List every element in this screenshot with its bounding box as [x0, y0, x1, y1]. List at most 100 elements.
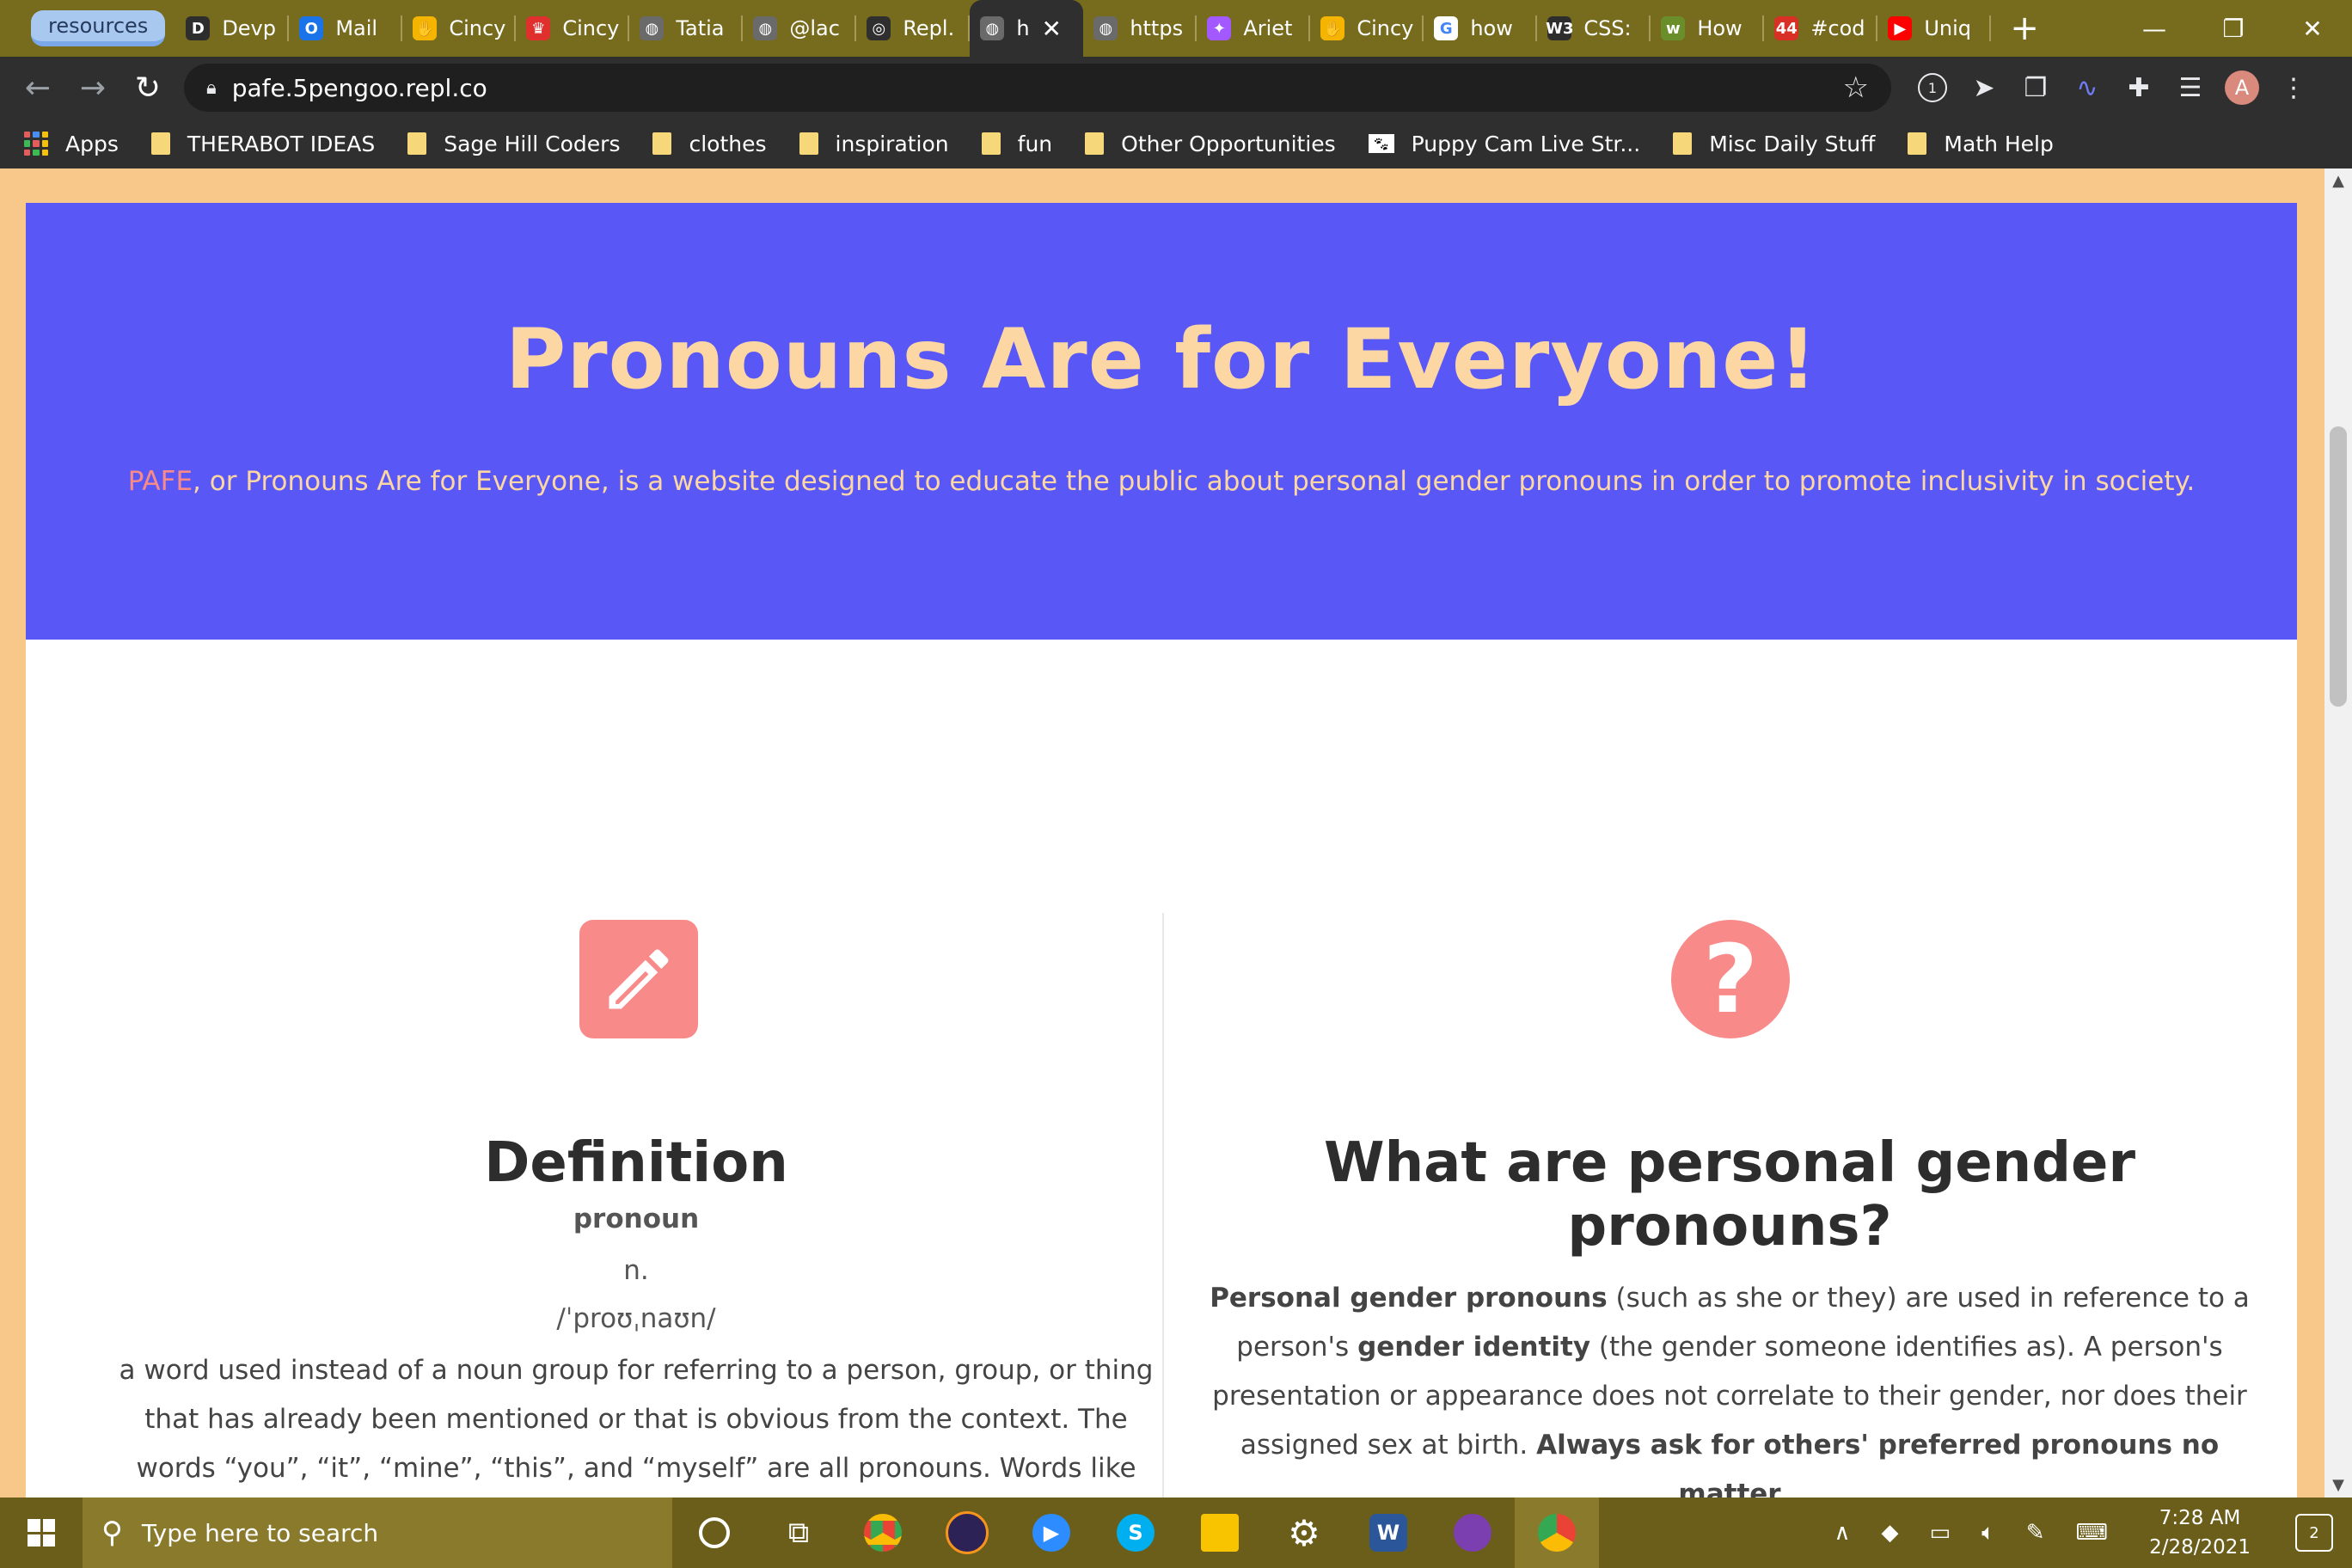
copy-extension-icon[interactable]: ❐ [2010, 73, 2061, 103]
pencil-icon-glyph [609, 949, 669, 1009]
word-taskbar-icon[interactable]: W [1346, 1498, 1430, 1568]
bookmark-item[interactable]: Sage Hill Coders [407, 132, 620, 156]
pen-icon[interactable]: ✎ [2026, 1520, 2045, 1546]
bookmark-label: Sage Hill Coders [444, 131, 621, 156]
browser-tab[interactable]: D Devp [175, 0, 290, 57]
bold-term-gender-identity: gender identity [1357, 1332, 1591, 1363]
bookmark-item[interactable]: inspiration [799, 132, 949, 156]
new-tab-button[interactable]: + [2010, 9, 2039, 48]
tab-group-resources[interactable]: resources [31, 10, 166, 46]
close-tab-icon[interactable]: ✕ [1042, 15, 1062, 43]
scroll-up-icon[interactable]: ▲ [2324, 172, 2352, 190]
crown-icon: ♛ [526, 16, 551, 40]
browser-tab[interactable]: ◍ @lac [743, 0, 857, 57]
definition-heading: Definition [484, 1131, 788, 1195]
hackathon-icon: ✋ [413, 16, 438, 40]
browser-tab[interactable]: ✦ Ariet [1197, 0, 1311, 57]
cursor-extension-icon[interactable]: ➤ [1958, 73, 2010, 103]
restore-button[interactable]: ❐ [2194, 0, 2273, 57]
browser-tab[interactable]: Ghow [1424, 0, 1538, 57]
figma-icon: ✦ [1207, 16, 1232, 40]
minimize-button[interactable]: — [2115, 0, 2194, 57]
site-favicon-icon: 🐾︎ [1368, 134, 1394, 153]
browser-tab[interactable]: ◎ Repl. [856, 0, 971, 57]
browser-tab[interactable]: ◍ Tatia [629, 0, 744, 57]
page-viewport: Pronouns Are for Everyone! PAFE, or Pron… [0, 168, 2324, 1498]
w3schools-icon: W3 [1546, 16, 1574, 40]
bookmark-item[interactable]: Apps [24, 132, 119, 156]
browser-tab[interactable]: ◍ h ✕ [970, 0, 1084, 57]
github-taskbar-icon[interactable] [1430, 1498, 1515, 1568]
close-window-button[interactable]: ✕ [2273, 0, 2352, 57]
browser-tab[interactable]: ◍ https [1083, 0, 1197, 57]
browser-tab[interactable]: ✋ Cincy [402, 0, 517, 57]
notification-center-icon[interactable]: 2 [2295, 1514, 2333, 1552]
hero-banner: Pronouns Are for Everyone! PAFE, or Pron… [26, 203, 2297, 640]
window-controls: — ❐ ✕ [2115, 0, 2352, 57]
clock[interactable]: 7:28 AM 2/28/2021 [2149, 1504, 2251, 1562]
brand-name: PAFE [127, 466, 193, 497]
taskbar-search-placeholder: Type here to search [141, 1518, 379, 1547]
profile-avatar[interactable]: A [2225, 70, 2259, 105]
scroll-thumb[interactable] [2330, 426, 2347, 707]
browser-tab[interactable]: O Mail [289, 0, 403, 57]
definition-word: pronoun [573, 1204, 700, 1234]
page-scrollbar[interactable]: ▲ ▼ [2324, 168, 2352, 1498]
tab-title: Repl. [903, 16, 955, 40]
bookmark-item[interactable]: clothes [652, 132, 767, 156]
bookmark-star-icon[interactable]: ☆ [1843, 70, 1869, 105]
browser-tab[interactable]: ♛ Cincy [516, 0, 630, 57]
tab-title: Mail [335, 16, 378, 40]
extension-badge-icon[interactable]: 1 [1907, 73, 1958, 102]
bookmark-item[interactable]: 🐾︎ Puppy Cam Live Str... [1368, 132, 1640, 156]
bookmark-item[interactable]: fun [981, 131, 1053, 156]
audio-wave-extension-icon[interactable]: ∿ [2061, 73, 2113, 103]
kebab-menu-icon[interactable]: ⋮ [2268, 73, 2319, 103]
taskbar-search[interactable]: ⚲ Type here to search [83, 1498, 672, 1568]
arrow-left-icon: ← [24, 70, 52, 106]
browser-tab[interactable]: ✋ Cincy [1310, 0, 1424, 57]
tab-title: CSS: [1583, 16, 1632, 40]
forward-button[interactable]: → [65, 70, 120, 106]
browser-tab[interactable]: 44 #cod [1764, 0, 1878, 57]
settings-gear-icon[interactable]: ⚙ [1262, 1498, 1346, 1568]
calendar-icon: 44 [1774, 16, 1799, 40]
task-view-icon[interactable]: ⧉ [756, 1498, 841, 1568]
browser-tab[interactable]: w How [1651, 0, 1765, 57]
browser-tab[interactable]: ▶ Uniq [1877, 0, 1992, 57]
reload-button[interactable]: ↻ [120, 70, 175, 106]
file-explorer-icon[interactable] [1178, 1498, 1262, 1568]
address-bar[interactable]: 🔒︎ pafe.5pengoo.repl.co ☆ [184, 64, 1891, 112]
keyboard-icon[interactable]: ⌨ [2076, 1520, 2109, 1546]
scroll-down-icon[interactable]: ▼ [2324, 1476, 2352, 1494]
reading-list-icon[interactable]: ☰ [2165, 73, 2216, 103]
browser-tab[interactable]: W3 CSS: [1537, 0, 1651, 57]
chevron-up-icon[interactable]: ∧ [1834, 1520, 1851, 1546]
bookmark-label: Apps [65, 131, 119, 156]
system-tray: ∧ ◆ ▭ 🔈︎ ✎ ⌨ 7:28 AM 2/28/2021 2 [1819, 1498, 2352, 1568]
hackathon-icon: ✋ [1320, 16, 1345, 40]
back-button[interactable]: ← [10, 70, 65, 106]
reload-icon: ↻ [134, 70, 162, 106]
devpost-icon: D [186, 16, 211, 40]
chrome-profile-taskbar-icon[interactable] [1515, 1498, 1599, 1568]
tab-title: Cincy [562, 16, 620, 40]
start-button[interactable] [0, 1498, 83, 1568]
cortana-icon[interactable] [672, 1498, 756, 1568]
bookmark-label: fun [1017, 131, 1053, 156]
tab-title: Cincy [1357, 16, 1414, 40]
chrome-taskbar-icon[interactable] [841, 1498, 925, 1568]
tab-title: h [1016, 16, 1030, 40]
bookmark-item[interactable]: Misc Daily Stuff [1673, 132, 1875, 156]
dropbox-icon[interactable]: ◆ [1882, 1520, 1899, 1546]
eclipse-taskbar-icon[interactable] [925, 1498, 1009, 1568]
bookmark-item[interactable]: THERABOT IDEAS [150, 132, 375, 156]
tab-title: #cod [1810, 16, 1865, 40]
bookmark-item[interactable]: Math Help [1908, 132, 2054, 156]
volume-icon[interactable]: 🔈︎ [1981, 1520, 1995, 1547]
puzzle-extensions-icon[interactable]: ✚ [2113, 73, 2165, 103]
skype-taskbar-icon[interactable]: S [1093, 1498, 1178, 1568]
battery-icon[interactable]: ▭ [1930, 1520, 1951, 1546]
zoom-taskbar-icon[interactable]: ▶ [1009, 1498, 1093, 1568]
bookmark-item[interactable]: Other Opportunities [1085, 132, 1336, 156]
